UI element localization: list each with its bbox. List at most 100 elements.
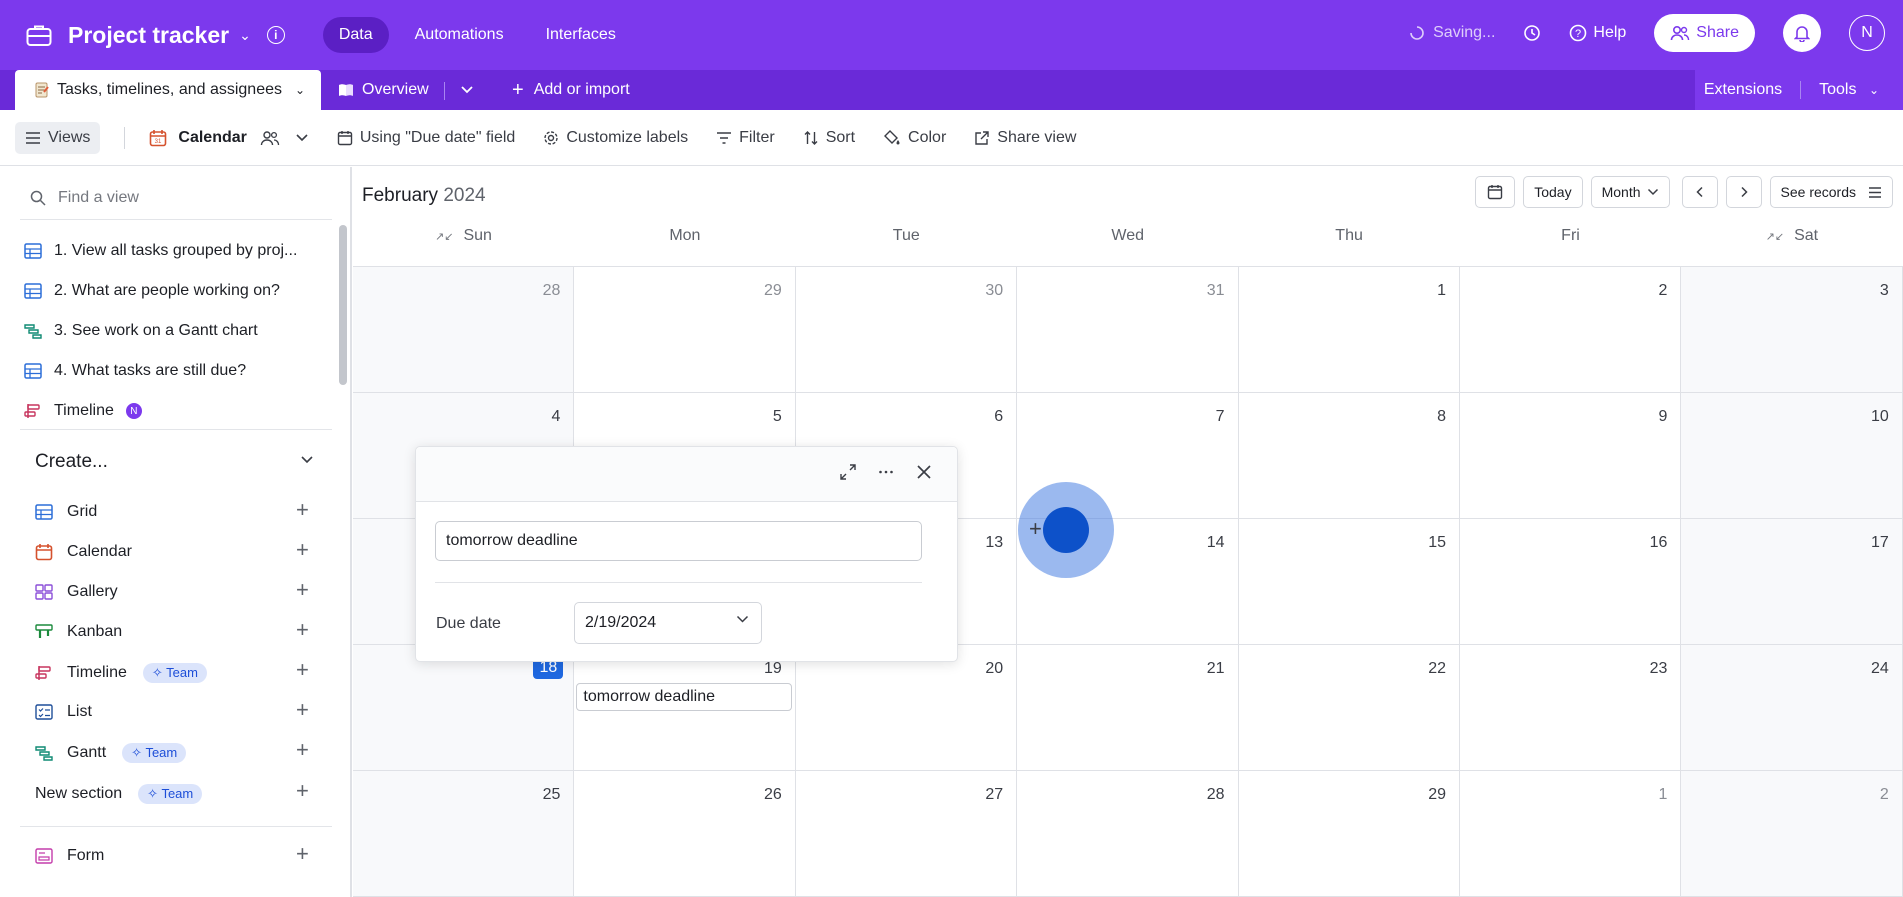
all-tables-dropdown[interactable] [460,70,474,110]
previous-month-button[interactable] [1681,176,1718,208]
user-avatar[interactable]: N [1849,15,1885,51]
sidebar-scrollbar[interactable] [339,225,347,385]
sidebar-view-3[interactable]: 3. See work on a Gantt chart [24,322,258,340]
day-cell[interactable]: 30 [795,267,1018,393]
day-cell[interactable]: 10 [1681,393,1903,519]
tools-button[interactable]: Tools ⌄ [1819,81,1879,99]
history-icon[interactable] [1523,24,1541,42]
day-cell[interactable]: 21 [1017,645,1239,771]
day-cell[interactable]: 2 [1460,267,1682,393]
create-calendar[interactable]: Calendar [35,543,132,561]
day-cell[interactable]: 20 [795,645,1018,771]
chevron-down-icon[interactable]: ⌄ [239,27,251,44]
create-grid[interactable]: Grid [35,503,97,521]
day-cell[interactable]: 1 [1238,267,1460,393]
nav-tab-automations[interactable]: Automations [399,17,520,53]
record-name-input[interactable]: tomorrow deadline [435,521,922,561]
add-form-icon[interactable]: + [296,841,309,867]
due-date-picker[interactable]: 2/19/2024 [574,602,762,644]
add-calendar-icon[interactable]: + [296,537,309,563]
day-cell[interactable]: 29 [1238,771,1460,897]
add-timeline-icon[interactable]: + [296,657,309,683]
tab-overview[interactable]: Overview [338,70,429,110]
create-section-title[interactable]: Create... [35,451,108,473]
current-view-switcher[interactable]: 31 Calendar [149,129,308,147]
tab-tasks-timelines-assignees[interactable]: Tasks, timelines, and assignees ⌄ [15,70,321,110]
share-button[interactable]: Share [1654,14,1755,52]
nav-tab-data[interactable]: Data [322,17,389,53]
base-title[interactable]: Project tracker [68,22,229,49]
day-cell[interactable]: 27 [795,771,1018,897]
create-form[interactable]: Form [35,847,104,865]
see-records-button[interactable]: See records [1769,176,1893,208]
close-icon[interactable] [915,463,933,481]
day-cell[interactable]: 15 [1238,519,1460,645]
calendar-event[interactable]: tomorrow deadline [576,683,793,711]
views-toggle-button[interactable]: Views [15,121,101,154]
day-cell[interactable]: 28 [1017,771,1239,897]
sort-button[interactable]: Sort [803,129,855,147]
day-cell[interactable]: 28 [353,267,575,393]
day-cell[interactable]: 19 tomorrow deadline [574,645,796,771]
day-cell[interactable]: 22 [1238,645,1460,771]
day-cell[interactable]: 3 [1681,267,1903,393]
range-select[interactable]: Month [1590,176,1670,208]
create-kanban[interactable]: Kanban [35,623,122,641]
add-gallery-icon[interactable]: + [296,577,309,603]
day-cell[interactable]: 31 [1017,267,1239,393]
create-gallery[interactable]: Gallery [35,583,118,601]
share-view-button[interactable]: Share view [974,129,1076,147]
more-options-icon[interactable] [877,463,895,481]
day-cell[interactable]: 17 [1681,519,1903,645]
create-gantt[interactable]: Gantt ✧ Team [35,743,187,763]
date-field-button[interactable]: Using "Due date" field [337,129,515,147]
chevron-down-icon[interactable] [300,455,314,465]
find-view-search[interactable]: Find a view [30,189,139,207]
nav-tab-interfaces[interactable]: Interfaces [530,17,632,53]
color-button[interactable]: Color [883,129,946,147]
filter-button[interactable]: Filter [716,129,775,147]
sidebar-view-1[interactable]: 1. View all tasks grouped by proj... [24,242,297,260]
info-icon[interactable]: i [266,26,285,44]
sidebar-view-timeline[interactable]: Timeline N [24,402,142,420]
add-or-import-button[interactable]: + Add or import [512,70,630,110]
sidebar-view-4[interactable]: 4. What tasks are still due? [24,362,246,380]
customize-labels-button[interactable]: Customize labels [543,129,688,147]
day-cell[interactable]: 24 [1681,645,1903,771]
create-list[interactable]: List [35,703,92,721]
day-cell[interactable]: 18 [353,645,575,771]
create-timeline[interactable]: Timeline ✧ Team [35,663,207,683]
add-record-plus-icon[interactable]: + [1029,516,1042,542]
views-label: Views [48,128,91,146]
day-cell[interactable]: 23 [1460,645,1682,771]
collapse-weekend-icon[interactable]: ↗↙ [435,231,453,243]
add-kanban-icon[interactable]: + [296,617,309,643]
day-number: 30 [985,282,1004,299]
base-brand[interactable]: Project tracker ⌄ i [26,22,285,49]
sidebar-view-2[interactable]: 2. What are people working on? [24,282,280,300]
extensions-button[interactable]: Extensions [1704,81,1782,99]
next-month-button[interactable] [1725,176,1762,208]
day-cell[interactable]: 9 [1460,393,1682,519]
help-button[interactable]: ? Help [1569,24,1626,42]
chevron-down-icon[interactable]: ⌄ [295,83,305,97]
add-gantt-icon[interactable]: + [296,737,309,763]
add-list-icon[interactable]: + [296,697,309,723]
add-grid-icon[interactable]: + [296,497,309,523]
today-button[interactable]: Today [1523,176,1583,208]
notifications-button[interactable] [1783,14,1821,52]
day-number: 1 [1437,282,1446,299]
create-new-section[interactable]: New section ✧ Team [35,784,203,804]
expand-icon[interactable] [839,463,857,481]
day-cell[interactable]: 2 [1681,771,1903,897]
day-cell[interactable]: 26 [574,771,796,897]
day-cell[interactable]: 29 [574,267,796,393]
add-section-icon[interactable]: + [296,778,309,804]
find-view-input[interactable]: Find a view [58,189,139,207]
day-cell[interactable]: 16 [1460,519,1682,645]
date-picker-button[interactable] [1475,176,1516,208]
collapse-weekend-icon[interactable]: ↗↙ [1766,231,1784,243]
day-cell[interactable]: 8 [1238,393,1460,519]
day-cell[interactable]: 1 [1460,771,1682,897]
day-cell[interactable]: 25 [353,771,575,897]
